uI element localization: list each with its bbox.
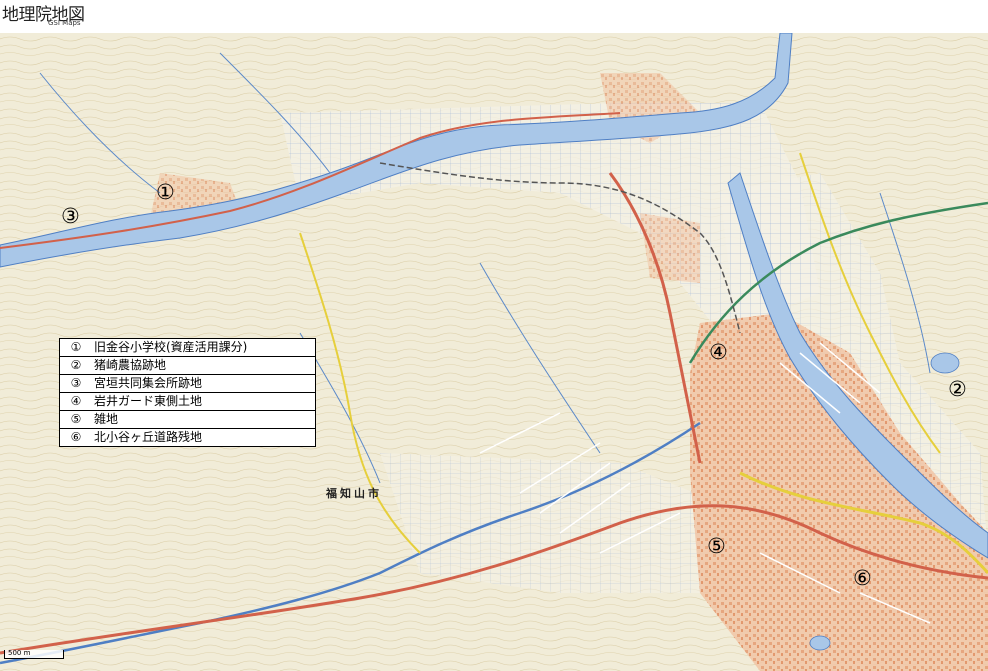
city-label-fukuchiyama: 福知山市 [326, 487, 382, 500]
marker-2[interactable]: ② [948, 379, 967, 400]
legend-row: ④ 岩井ガード東側土地 [60, 392, 315, 410]
legend-number: ⑥ [70, 430, 82, 444]
gsi-logo-subtitle: GSI Maps [48, 19, 81, 27]
legend-row: ⑥ 北小谷ヶ丘道路残地 [60, 428, 315, 446]
legend-row: ① 旧金谷小学校(資産活用課分) [60, 339, 315, 356]
legend-number: ① [70, 340, 82, 354]
site-legend: ① 旧金谷小学校(資産活用課分) ② 猪崎農協跡地 ③ 宮垣共同集会所跡地 ④ … [59, 338, 316, 447]
marker-1[interactable]: ① [156, 182, 175, 203]
marker-6[interactable]: ⑥ [853, 568, 872, 589]
scale-label: 500 m [8, 649, 31, 657]
scale-bar: 500 m [4, 648, 64, 662]
legend-number: ④ [70, 394, 82, 408]
legend-row: ⑤ 雑地 [60, 410, 315, 428]
legend-label: 岩井ガード東側土地 [94, 394, 203, 408]
map-header: 地理院地図 GSI Maps [0, 0, 988, 33]
pond-east [930, 352, 960, 374]
legend-label: 猪崎農協跡地 [94, 358, 167, 372]
legend-number: ③ [70, 376, 82, 390]
marker-4[interactable]: ④ [709, 342, 728, 363]
marker-3[interactable]: ③ [61, 206, 80, 227]
pond-south [809, 635, 831, 651]
marker-5[interactable]: ⑤ [707, 536, 726, 557]
legend-number: ⑤ [70, 412, 82, 426]
legend-number: ② [70, 358, 82, 372]
legend-label: 北小谷ヶ丘道路残地 [94, 430, 203, 444]
legend-row: ② 猪崎農協跡地 [60, 356, 315, 374]
legend-label: 雑地 [94, 412, 119, 426]
legend-label: 宮垣共同集会所跡地 [94, 376, 203, 390]
legend-label: 旧金谷小学校(資産活用課分) [94, 340, 248, 354]
legend-row: ③ 宮垣共同集会所跡地 [60, 374, 315, 392]
